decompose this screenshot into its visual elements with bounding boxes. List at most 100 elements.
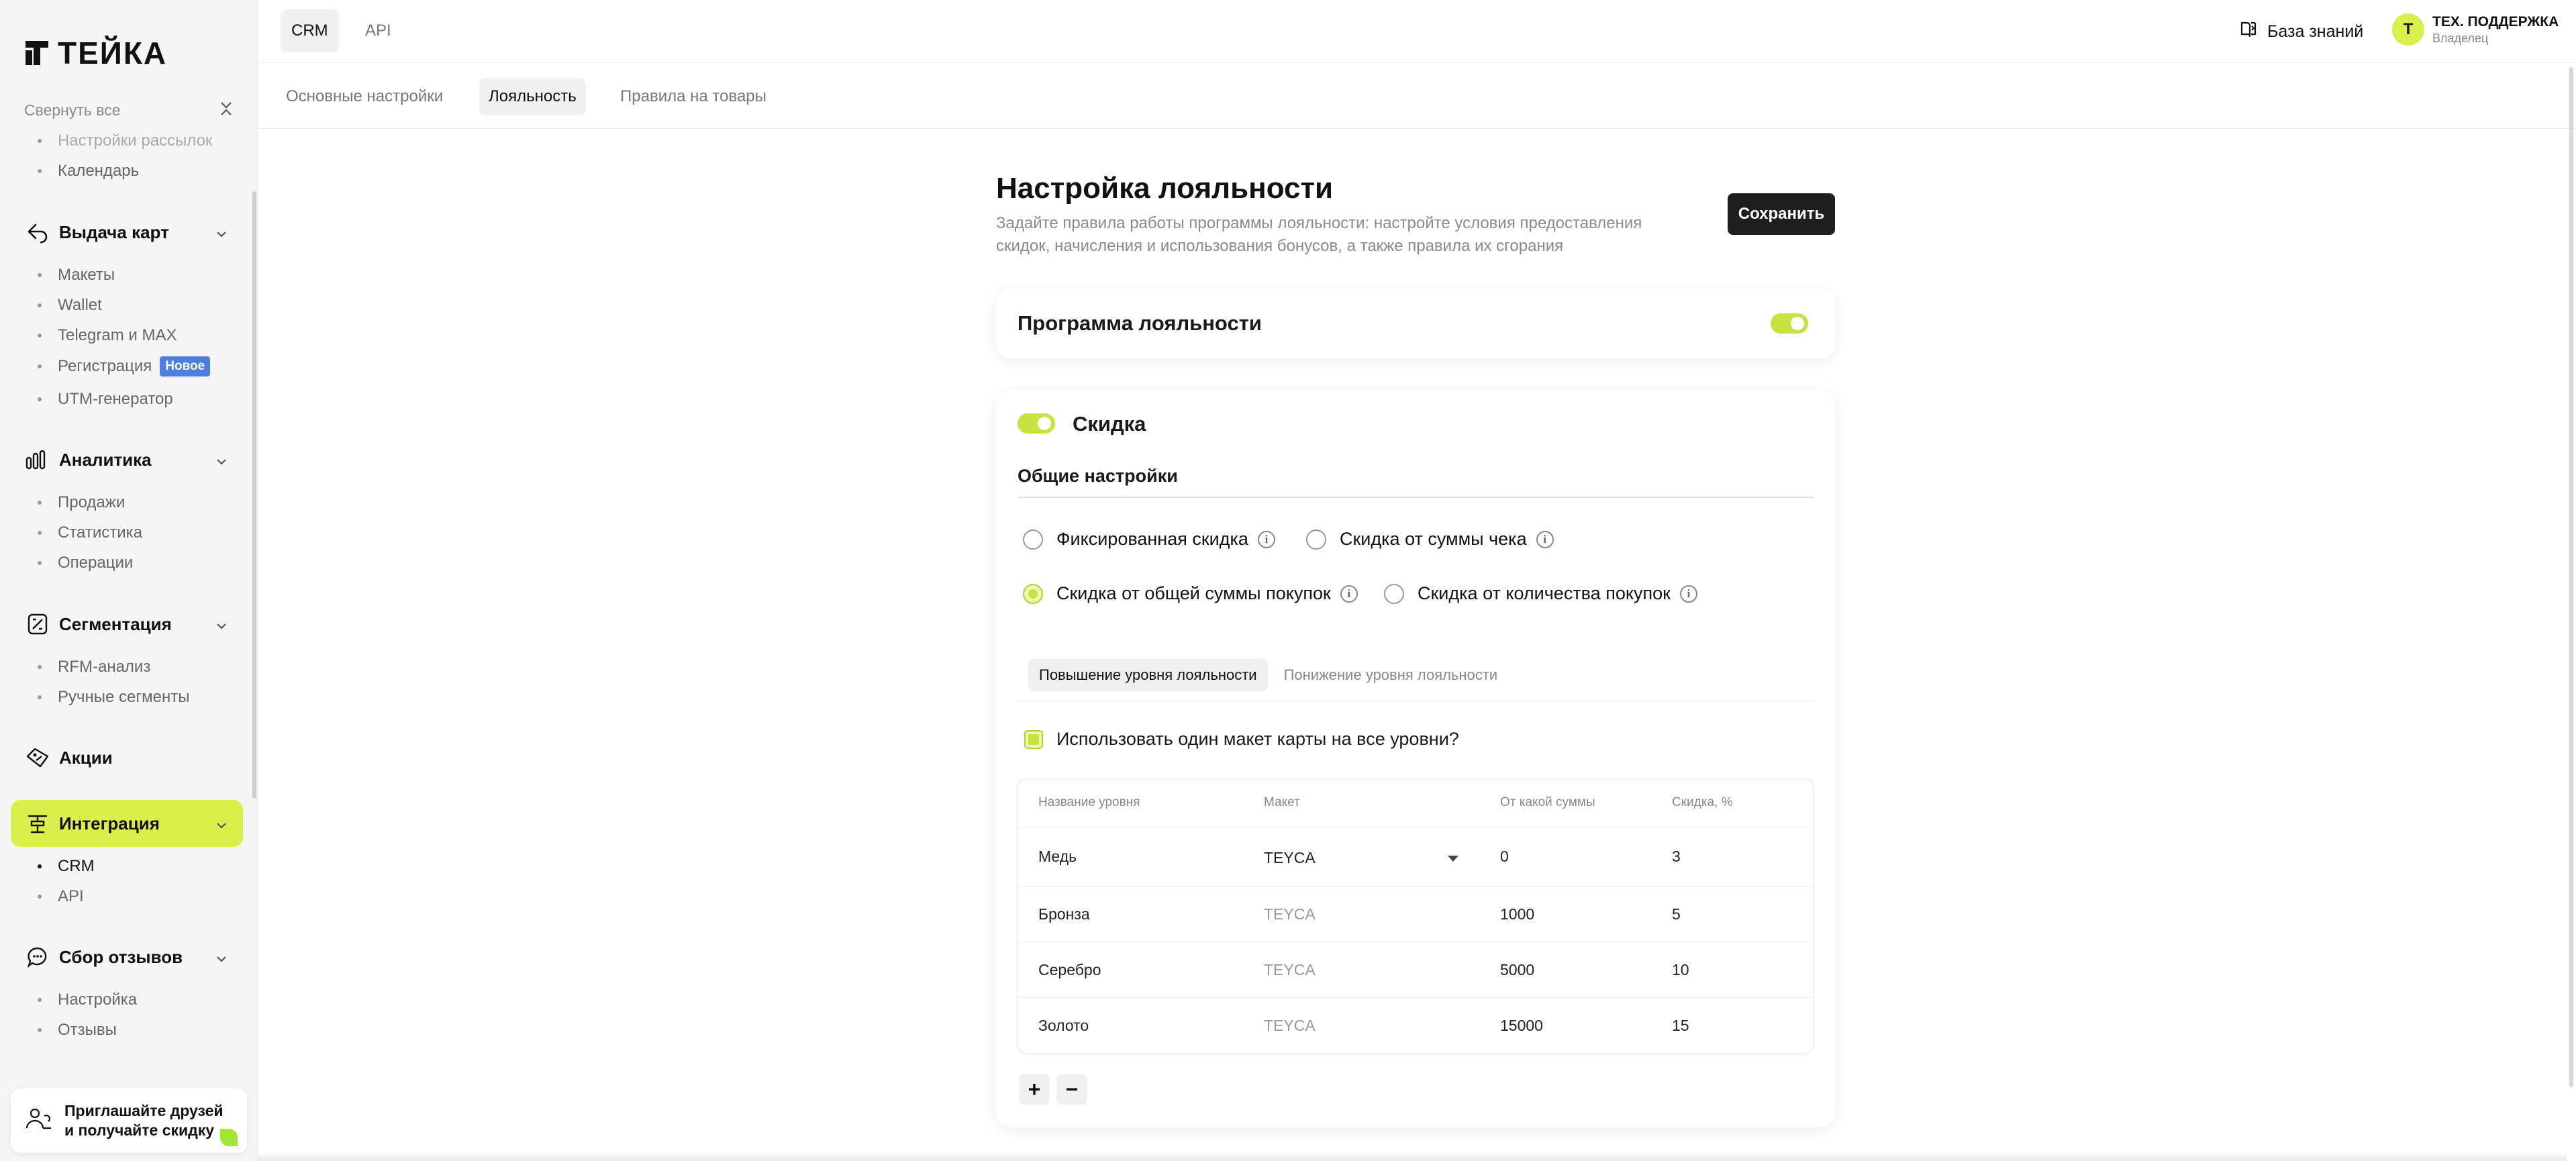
- table-row: Медь TEYCA 0 3: [1018, 827, 1813, 887]
- info-icon[interactable]: i: [1340, 585, 1358, 603]
- tab-label: CRM: [291, 21, 328, 40]
- top-bar: CRM API База знаний Т ТЕХ. ПОДДЕРЖКА Вла…: [258, 0, 2576, 63]
- tab-product-rules[interactable]: Правила на товары: [611, 78, 776, 115]
- tab-label: Основные настройки: [286, 87, 444, 105]
- sidebar-item-label: RFM-анализ: [58, 658, 151, 676]
- chevron-down-icon: [215, 452, 228, 473]
- sidebar-item-reviews-settings[interactable]: Настройка: [38, 991, 137, 1009]
- integration-icon: [24, 810, 51, 837]
- info-icon[interactable]: i: [1536, 530, 1554, 548]
- save-button[interactable]: Сохранить: [1728, 193, 1835, 235]
- tab-level-up[interactable]: Повышение уровня лояльности: [1028, 659, 1268, 691]
- invite-friends-card[interactable]: Приглашайте друзей и получайте скидку: [11, 1089, 247, 1153]
- sidebar-group-reviews[interactable]: Сбор отзывов: [11, 933, 243, 980]
- remove-level-button[interactable]: −: [1056, 1074, 1087, 1105]
- from-sum-cell[interactable]: 5000: [1500, 961, 1534, 979]
- loyalty-program-toggle[interactable]: [1771, 313, 1808, 334]
- analytics-icon: [24, 446, 51, 473]
- sidebar-item-statistics[interactable]: Статистика: [38, 523, 142, 542]
- level-name-cell[interactable]: Медь: [1038, 848, 1077, 866]
- sidebar-group-analytics[interactable]: Аналитика: [11, 436, 243, 483]
- radio-circle: [1384, 583, 1404, 604]
- layout-cell: TEYCA: [1264, 1017, 1316, 1034]
- tab-loyalty[interactable]: Лояльность: [479, 78, 586, 115]
- page-scrollbar[interactable]: [2569, 67, 2573, 1087]
- discount-cell[interactable]: 5: [1672, 905, 1681, 923]
- same-layout-checkbox[interactable]: Использовать один макет карты на все уро…: [1024, 729, 1459, 750]
- card-issue-icon: [24, 219, 51, 246]
- sidebar-item-reviews[interactable]: Отзывы: [38, 1021, 117, 1040]
- collapse-all-button[interactable]: Свернуть все: [24, 99, 234, 121]
- layout-select[interactable]: TEYCA: [1264, 849, 1316, 867]
- chevron-down-icon[interactable]: [1448, 856, 1458, 862]
- sidebar-item-wallet[interactable]: Wallet: [38, 296, 102, 315]
- info-icon[interactable]: i: [1257, 530, 1275, 548]
- discount-cell[interactable]: 10: [1672, 961, 1689, 979]
- user-menu[interactable]: Т ТЕХ. ПОДДЕРЖКА Владелец: [2392, 13, 2559, 46]
- radio-purchase-count-discount[interactable]: Скидка от количества покупок i: [1384, 583, 1697, 604]
- level-name-cell[interactable]: Золото: [1038, 1017, 1089, 1035]
- loyalty-program-card: Программа лояльности: [996, 289, 1835, 358]
- discount-cell[interactable]: 15: [1672, 1017, 1689, 1035]
- sidebar-item-telegram-max[interactable]: Telegram и MAX: [38, 326, 177, 345]
- table-row: Бронза TEYCA 1000 5: [1018, 887, 1813, 942]
- tab-level-down[interactable]: Понижение уровня лояльности: [1273, 659, 1509, 691]
- discount-toggle[interactable]: [1018, 413, 1055, 434]
- sidebar-item-label: Telegram и MAX: [58, 326, 177, 344]
- sidebar-scrollbar[interactable]: [252, 191, 256, 799]
- tab-main-settings[interactable]: Основные настройки: [277, 78, 452, 115]
- sidebar-item-label: UTM-генератор: [58, 390, 173, 408]
- sidebar-group-card-issue[interactable]: Выдача карт: [11, 209, 243, 256]
- divider: [1018, 497, 1814, 498]
- sidebar-item-label: Ручные сегменты: [58, 688, 190, 706]
- knowledge-base-link[interactable]: База знаний: [2239, 20, 2363, 44]
- from-sum-cell[interactable]: 0: [1500, 848, 1509, 866]
- radio-check-sum-discount[interactable]: Скидка от суммы чека i: [1306, 529, 1554, 550]
- sidebar-item-mailing-settings[interactable]: Настройки рассылок: [38, 132, 212, 150]
- sidebar-item-calendar[interactable]: Календарь: [38, 162, 139, 181]
- sidebar-item-manual-segments[interactable]: Ручные сегменты: [38, 688, 189, 707]
- level-name-cell[interactable]: Бронза: [1038, 905, 1090, 923]
- sidebar-group-integration[interactable]: Интеграция: [11, 800, 243, 847]
- invite-line-2: и получайте скидку: [64, 1121, 215, 1139]
- checkbox-label: Использовать один макет карты на все уро…: [1056, 729, 1459, 749]
- sidebar-item-label: Отзывы: [58, 1021, 117, 1039]
- logo[interactable]: ТЕЙКА: [24, 35, 167, 71]
- sidebar-item-operations[interactable]: Операции: [38, 554, 133, 572]
- radio-total-purchases-discount[interactable]: Скидка от общей суммы покупок i: [1023, 583, 1358, 604]
- sidebar-item-label: Статистика: [58, 523, 143, 542]
- sidebar-item-utm-generator[interactable]: UTM-генератор: [38, 390, 173, 409]
- sidebar-item-label: Регистрация: [58, 357, 152, 375]
- sidebar-item-label: Настройки рассылок: [58, 132, 213, 150]
- radio-circle: [1023, 583, 1043, 604]
- tab-api[interactable]: API: [354, 9, 402, 52]
- app-root: ТЕЙКА Свернуть все Настройки рассылок Ка…: [0, 0, 2576, 1161]
- sidebar-item-label: Операции: [58, 554, 134, 572]
- sidebar-item-crm[interactable]: CRM: [38, 857, 95, 876]
- level-name-cell[interactable]: Серебро: [1038, 961, 1101, 979]
- user-name: ТЕХ. ПОДДЕРЖКА: [2432, 13, 2559, 30]
- discount-card: Скидка Общие настройки Фиксированная ски…: [996, 391, 1835, 1127]
- column-header-discount: Скидка, %: [1672, 795, 1733, 809]
- sidebar-group-label: Интеграция: [59, 813, 160, 834]
- radio-fixed-discount[interactable]: Фиксированная скидка i: [1023, 529, 1275, 550]
- radio-circle: [1023, 529, 1043, 550]
- sidebar-item-registration[interactable]: Регистрация Новое: [38, 356, 211, 376]
- from-sum-cell[interactable]: 1000: [1500, 905, 1534, 923]
- sidebar-item-sales[interactable]: Продажи: [38, 493, 125, 512]
- bottom-fade: [258, 1152, 2567, 1161]
- sidebar-group-promotions[interactable]: Акции: [11, 734, 243, 781]
- sidebar-item-api[interactable]: API: [38, 887, 84, 906]
- info-icon[interactable]: i: [1679, 585, 1697, 603]
- discount-cell[interactable]: 3: [1672, 848, 1681, 866]
- tab-label: Повышение уровня лояльности: [1039, 666, 1257, 683]
- sidebar-group-label: Акции: [59, 747, 113, 768]
- collapse-icon: [219, 99, 234, 121]
- radio-label: Скидка от количества покупок: [1418, 583, 1671, 603]
- sidebar-item-rfm[interactable]: RFM-анализ: [38, 658, 150, 676]
- from-sum-cell[interactable]: 15000: [1500, 1017, 1543, 1035]
- sidebar-group-segmentation[interactable]: Сегментация: [11, 601, 243, 648]
- add-level-button[interactable]: +: [1019, 1074, 1050, 1105]
- tab-crm[interactable]: CRM: [281, 9, 339, 52]
- sidebar-item-layouts[interactable]: Макеты: [38, 266, 115, 285]
